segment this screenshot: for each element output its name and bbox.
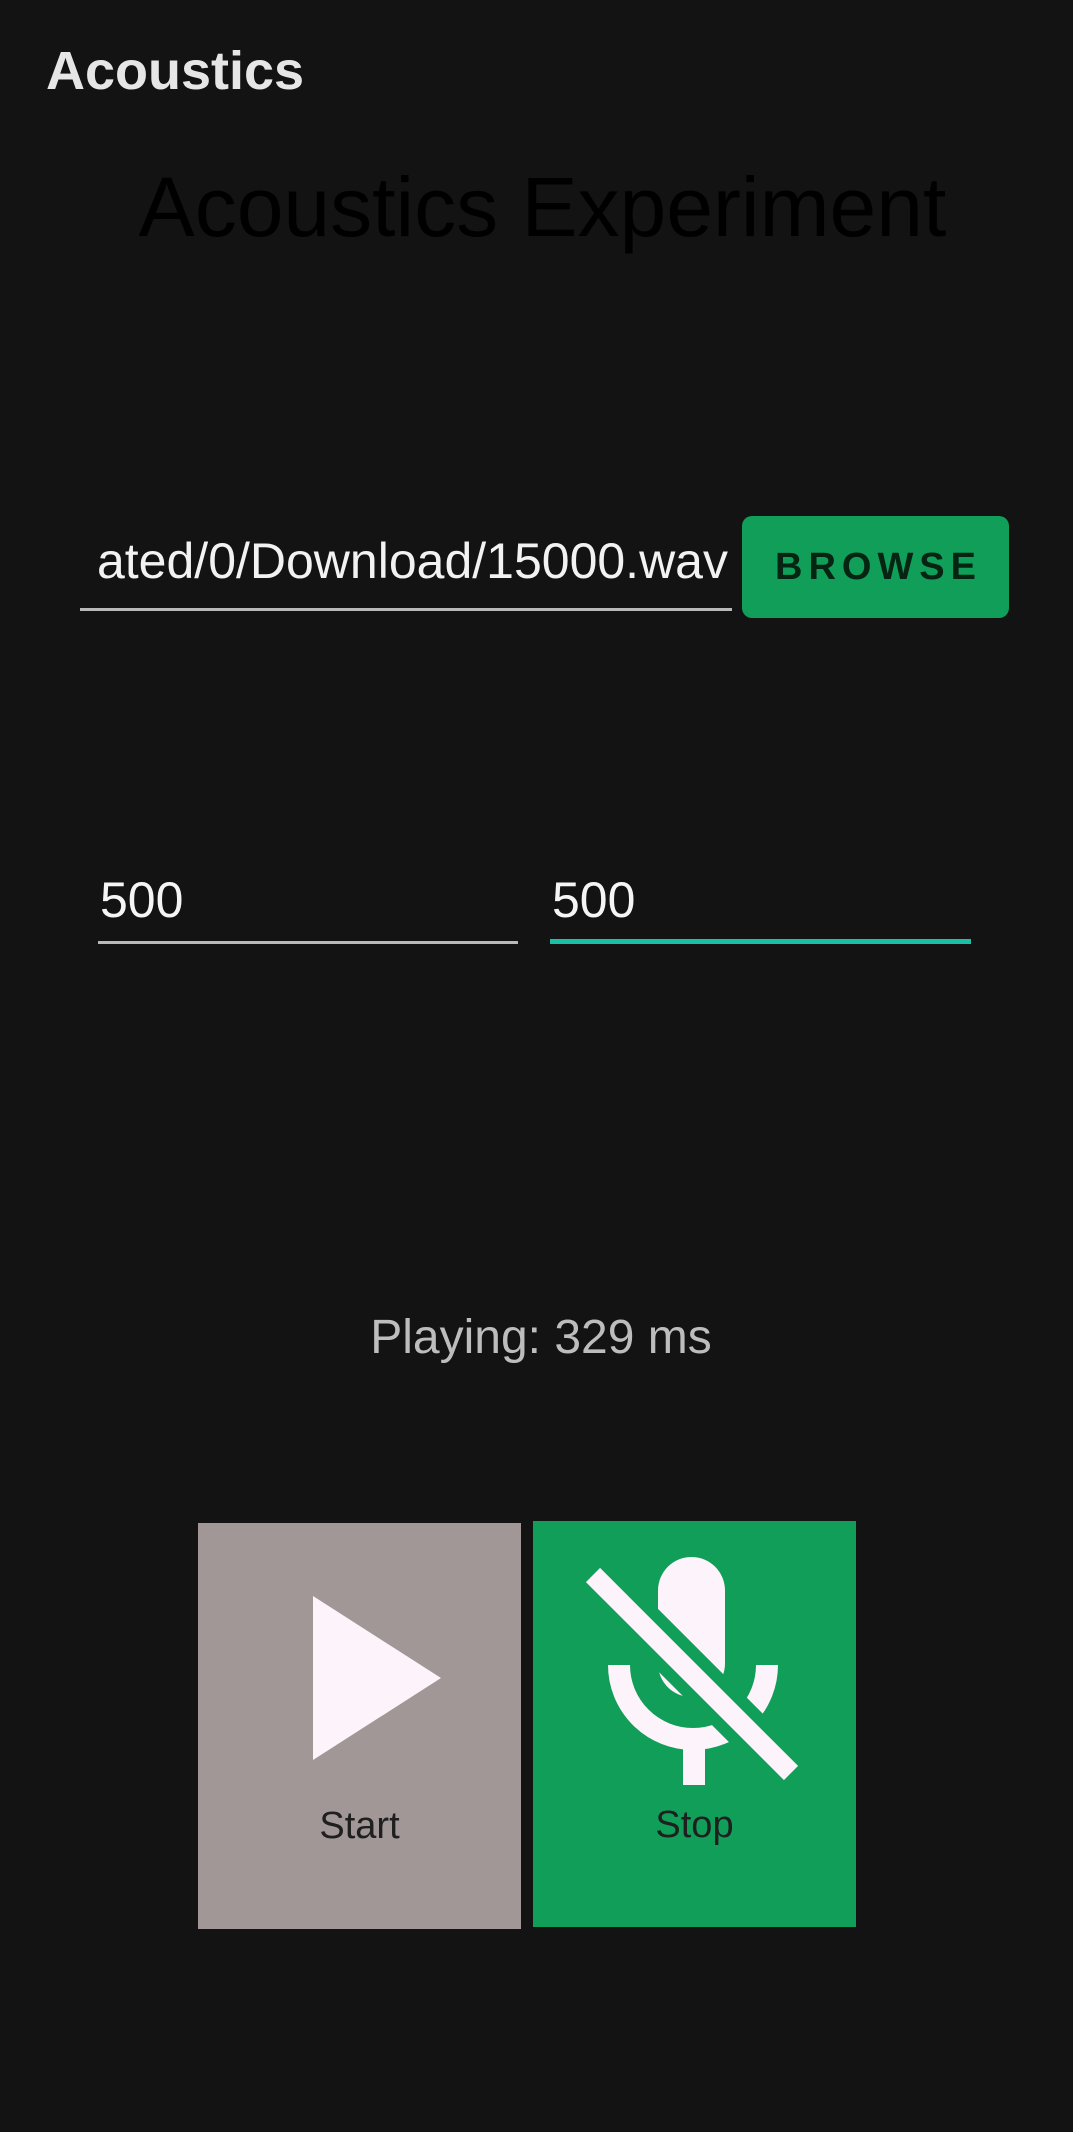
stop-button-label: Stop — [655, 1804, 734, 1846]
app-title: Acoustics — [46, 41, 305, 101]
file-path-value: ated/0/Download/15000.wav — [96, 533, 728, 589]
page-headline: Acoustics Experiment — [138, 160, 947, 254]
mic-off-icon — [577, 1557, 807, 1789]
stop-button[interactable]: Stop — [533, 1521, 856, 1927]
right-number-input[interactable]: 500 — [550, 860, 971, 944]
left-number-input[interactable]: 500 — [98, 860, 518, 944]
browse-button-label: BROWSE — [775, 545, 982, 588]
play-icon — [313, 1596, 441, 1760]
playback-status: Playing: 329 ms — [370, 1311, 712, 1364]
right-number-value: 500 — [552, 872, 636, 928]
file-path-input[interactable]: ated/0/Download/15000.wav — [80, 525, 732, 611]
left-number-value: 500 — [100, 872, 184, 928]
start-button[interactable]: Start — [198, 1523, 521, 1929]
start-button-label: Start — [319, 1805, 400, 1847]
browse-button[interactable]: BROWSE — [742, 516, 1009, 618]
